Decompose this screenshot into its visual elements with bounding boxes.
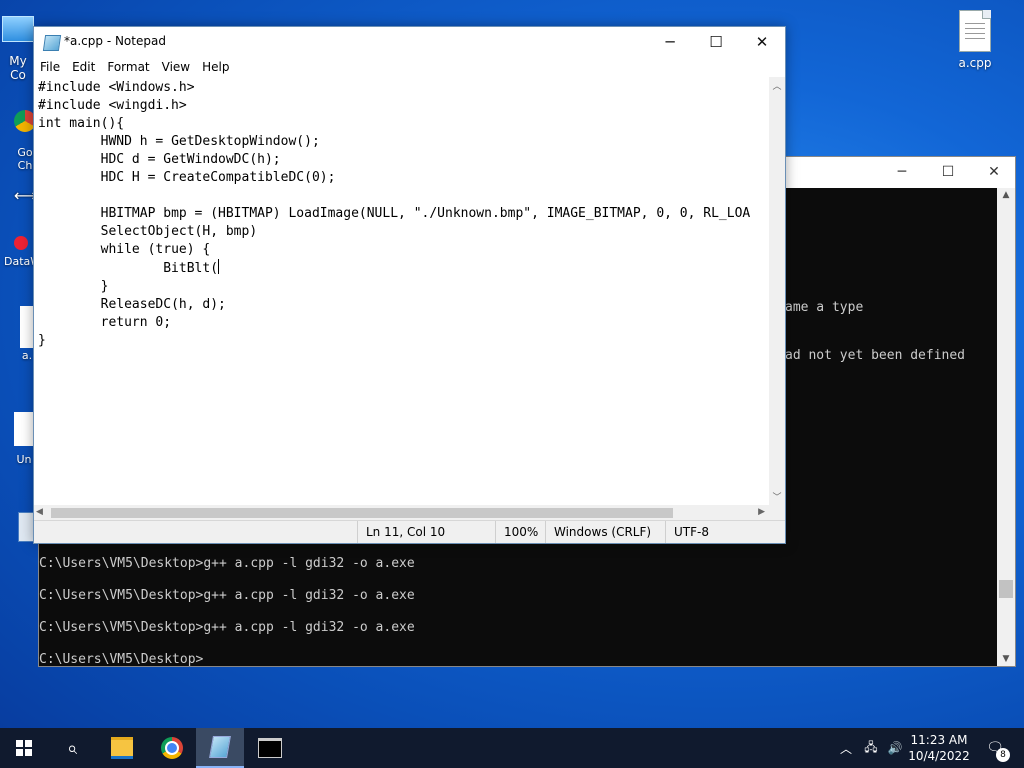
text-editor[interactable]: #include <Windows.h> #include <wingdi.h>… <box>34 77 769 505</box>
scrollbar-corner <box>769 505 785 521</box>
console-line: C:\Users\VM5\Desktop>g++ a.cpp -l gdi32 … <box>39 588 415 603</box>
volume-icon: 🔊 <box>887 741 903 755</box>
vertical-scrollbar[interactable]: ︿ ﹀ <box>769 77 785 505</box>
scroll-up-icon[interactable]: ▲ <box>997 190 1015 200</box>
image-file-icon <box>14 412 34 446</box>
scroll-down-icon[interactable]: ﹀ <box>769 490 785 503</box>
taskbar-chrome[interactable] <box>148 728 196 768</box>
notification-center-button[interactable]: 🗨 8 <box>980 728 1010 768</box>
status-encoding: UTF-8 <box>665 521 784 543</box>
search-icon: ⌕ <box>66 737 78 759</box>
console-line: ad not yet been defined <box>785 348 966 363</box>
clock[interactable]: 11:23 AM 10/4/2022 <box>908 728 970 768</box>
notification-badge: 8 <box>996 748 1010 762</box>
desktop-icon-unknown[interactable]: Un <box>14 412 34 466</box>
minimize-icon[interactable]: ─ <box>879 157 925 188</box>
desktop-icon-this-pc[interactable]: My Co <box>0 10 36 82</box>
folder-icon <box>111 737 133 759</box>
maximize-button[interactable]: ☐ <box>693 27 739 57</box>
notepad-titlebar[interactable]: *a.cpp - Notepad ─ ☐ ✕ <box>34 27 785 57</box>
file-icon <box>20 306 34 348</box>
desktop-icon-label: a. <box>21 349 33 362</box>
menu-edit[interactable]: Edit <box>66 57 101 77</box>
desktop-icon-a-exe[interactable]: a. <box>20 306 34 362</box>
minimize-button[interactable]: ─ <box>647 27 693 57</box>
network-icon: 🖧 <box>864 739 878 754</box>
scroll-down-icon[interactable]: ▼ <box>997 654 1015 664</box>
computer-icon <box>2 16 34 42</box>
notepad-icon <box>209 736 231 758</box>
scroll-up-icon[interactable]: ︿ <box>769 79 785 92</box>
start-button[interactable] <box>0 728 48 768</box>
desktop-icon-label: a.cpp <box>958 56 992 70</box>
clock-time: 11:23 AM <box>910 733 968 747</box>
notepad-window[interactable]: *a.cpp - Notepad ─ ☐ ✕ File Edit Format Vie… <box>33 26 786 544</box>
window-title: *a.cpp - Notepad <box>64 34 166 48</box>
notepad-icon <box>42 35 62 51</box>
horizontal-scrollbar[interactable]: ◀ ▶ <box>34 505 769 521</box>
code-before-caret: #include <Windows.h> #include <wingdi.h>… <box>38 80 751 276</box>
chevron-up-icon: ︿ <box>839 741 852 756</box>
maximize-icon[interactable]: ☐ <box>925 157 971 188</box>
horizontal-scroll-thumb[interactable] <box>51 508 673 518</box>
network-button[interactable]: 🖧 <box>860 728 882 768</box>
code-text[interactable]: #include <Windows.h> #include <wingdi.h>… <box>38 79 750 350</box>
desktop-icon-datawarehouse[interactable]: DataW <box>4 236 41 268</box>
taskbar-file-explorer[interactable] <box>98 728 146 768</box>
text-caret <box>218 259 220 274</box>
close-button[interactable]: ✕ <box>739 27 785 57</box>
menu-help[interactable]: Help <box>196 57 235 77</box>
terminal-icon <box>258 738 282 758</box>
gear-app-icon <box>14 236 28 250</box>
file-icon <box>959 10 991 52</box>
status-line-ending: Windows (CRLF) <box>545 521 666 543</box>
desktop-icon-label: My Co <box>9 54 27 82</box>
menu-bar: File Edit Format View Help <box>34 57 785 77</box>
console-scrollbar[interactable]: ▲ ▼ <box>997 188 1015 666</box>
taskbar-command-prompt[interactable] <box>246 728 294 768</box>
code-after-caret: } ReleaseDC(h, d); return 0; } <box>38 279 226 348</box>
console-line: C:\Users\VM5\Desktop>g++ a.cpp -l gdi32 … <box>39 620 415 635</box>
status-zoom: 100% <box>495 521 544 543</box>
taskbar: ⌕ ︿ 🖧 🔊 11:23 AM 10/4/2022 🗨 8 <box>0 728 1024 768</box>
console-line: C:\Users\VM5\Desktop> <box>39 652 204 666</box>
menu-view[interactable]: View <box>156 57 196 77</box>
volume-button[interactable]: 🔊 <box>884 728 906 768</box>
menu-file[interactable]: File <box>34 57 66 77</box>
show-hidden-icons-button[interactable]: ︿ <box>836 728 856 768</box>
desktop-icon-label: Un <box>16 453 32 466</box>
console-line: C:\Users\VM5\Desktop>g++ a.cpp -l gdi32 … <box>39 556 415 571</box>
console-scroll-thumb[interactable] <box>999 580 1013 598</box>
search-button[interactable]: ⌕ <box>48 728 96 768</box>
menu-format[interactable]: Format <box>101 57 155 77</box>
taskbar-notepad[interactable] <box>196 728 244 768</box>
console-line: ame a type <box>785 300 864 315</box>
scroll-left-icon[interactable]: ◀ <box>36 507 43 517</box>
clock-date: 10/4/2022 <box>908 749 970 763</box>
status-bar: Ln 11, Col 10 100% Windows (CRLF) UTF-8 <box>34 520 785 543</box>
close-icon[interactable]: ✕ <box>971 157 1017 188</box>
windows-logo-icon <box>16 740 32 756</box>
desktop-icon-a-cpp[interactable]: a.cpp <box>948 10 1002 70</box>
scroll-right-icon[interactable]: ▶ <box>758 507 765 517</box>
chrome-icon <box>161 737 183 759</box>
